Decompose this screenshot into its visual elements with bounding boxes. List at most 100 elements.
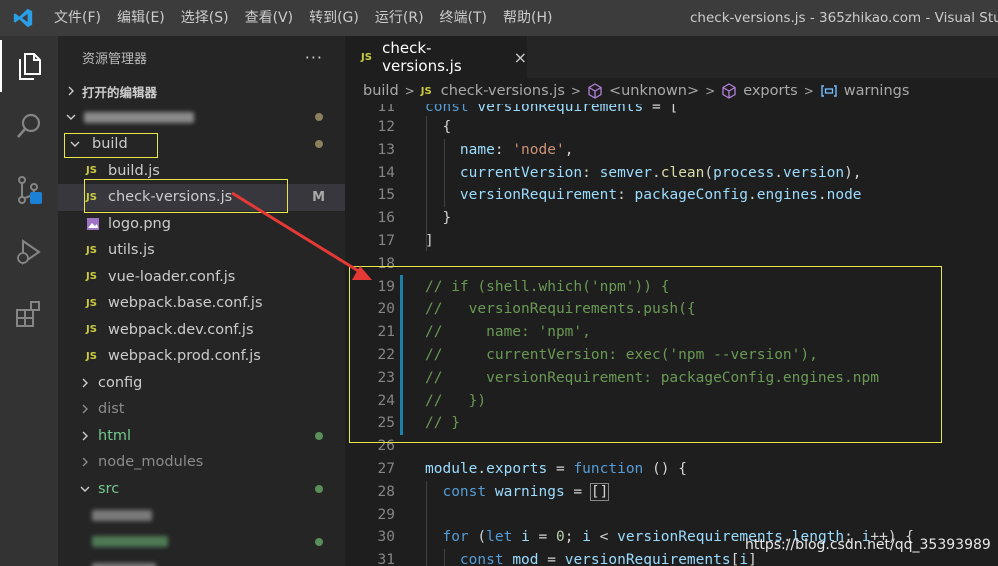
menu-edit[interactable]: 编辑(E) [109,0,173,36]
line-number: 31 [377,552,395,566]
tree-item-label: build.js [108,162,160,179]
cube-icon [721,83,737,99]
tree-item-label: webpack.dev.conf.js [108,321,254,338]
chevron-right-icon [78,404,92,414]
untracked-dot [315,431,323,440]
tree-item-label: utils.js [108,242,155,259]
tree-item-config[interactable]: config [58,370,345,397]
workspace-root[interactable] [58,104,345,131]
breadcrumb-exports[interactable]: exports [743,83,798,99]
chevron-down-icon [78,484,92,494]
tree-item-label: src [98,480,120,497]
code-line: 15 versionRequirement: packageConfig.eng… [345,184,998,207]
editor-tab-bar: JS check-versions.js × [345,36,998,78]
js-file-icon: JS [86,350,97,362]
code-line: 17] [345,230,998,253]
line-number: 29 [377,506,395,523]
modified-dot [315,140,323,149]
js-file-icon: JS [86,165,97,177]
tree-item-label: config [98,374,143,391]
open-editors-section[interactable]: 打开的编辑器 [58,78,345,104]
chevron-right-icon [78,431,92,441]
line-number: 14 [377,164,395,181]
highlight-box-code [349,266,942,443]
blurred-label [92,509,152,521]
tree-item-webpack-base[interactable]: JS webpack.base.conf.js [58,290,345,317]
blurred-label [92,536,168,548]
modified-badge: M [312,189,325,205]
workspace-name-blurred [84,111,194,123]
code-line: 29 [345,504,998,527]
explorer-sidebar: 资源管理器 ··· 打开的编辑器 build JS build.js JS ch… [58,36,345,566]
code-line: 27 module.exports = function () { [345,458,998,481]
line-number: 30 [377,529,395,546]
menu-file[interactable]: 文件(F) [46,0,109,36]
tree-item-label: dist [98,401,125,418]
tree-item-blurred-2[interactable] [58,529,345,556]
line-number: 15 [377,187,395,204]
title-bar: 文件(F) 编辑(E) 选择(S) 查看(V) 转到(G) 运行(R) 终端(T… [0,0,998,36]
image-file-icon [86,217,108,231]
js-file-icon: JS [361,51,372,63]
tree-item-blurred-3[interactable] [58,555,345,566]
breadcrumb-build[interactable]: build [363,83,399,99]
extensions-icon[interactable] [0,288,58,340]
tree-item-utils[interactable]: JS utils.js [58,237,345,264]
cube-icon [587,83,603,99]
tree-item-node-modules[interactable]: node_modules [58,449,345,476]
js-file-icon: JS [86,324,97,336]
chevron-down-icon [64,112,78,122]
menu-selection[interactable]: 选择(S) [173,0,237,36]
tab-check-versions[interactable]: JS check-versions.js × [345,36,527,78]
highlight-box-file [84,179,288,213]
menu-bar: 文件(F) 编辑(E) 选择(S) 查看(V) 转到(G) 运行(R) 终端(T… [46,0,560,36]
chevron-right-icon [64,86,78,96]
code-line: 13 name: 'node', [345,139,998,162]
more-actions-icon[interactable]: ··· [305,48,323,67]
breadcrumb-unknown[interactable]: <unknown> [609,83,699,99]
chevron-right-icon [78,378,92,388]
tree-item-html[interactable]: html [58,423,345,450]
close-icon[interactable]: × [514,48,527,67]
tree-item-label: webpack.base.conf.js [108,295,263,312]
menu-run[interactable]: 运行(R) [367,0,432,36]
line-number: 27 [377,461,395,477]
tree-item-webpack-prod[interactable]: JS webpack.prod.conf.js [58,343,345,370]
tree-item-webpack-dev[interactable]: JS webpack.dev.conf.js [58,317,345,344]
code-line: 16 } [345,207,998,230]
js-file-icon: JS [86,271,97,283]
highlight-box-build [64,133,158,158]
js-file-icon: JS [86,244,97,256]
line-number: 12 [377,119,395,135]
menu-view[interactable]: 查看(V) [237,0,302,36]
tree-item-label: html [98,427,132,444]
chevron-right-icon: > [803,84,814,98]
tree-item-vue-loader[interactable]: JS vue-loader.conf.js [58,264,345,291]
menu-help[interactable]: 帮助(H) [495,0,560,36]
menu-go[interactable]: 转到(G) [301,0,367,36]
tree-item-dist[interactable]: dist [58,396,345,423]
breadcrumb: build > JS check-versions.js > <unknown>… [345,78,998,104]
js-file-icon: JS [420,85,432,97]
breadcrumb-file[interactable]: check-versions.js [441,83,565,99]
menu-terminal[interactable]: 终端(T) [432,0,495,36]
variable-icon [820,84,838,98]
tree-item-src[interactable]: src [58,476,345,503]
line-number: 28 [377,483,395,500]
tree-item-logo[interactable]: logo.png [58,211,345,238]
run-debug-icon[interactable] [0,226,58,278]
chevron-right-icon: > [570,84,581,98]
untracked-dot [315,537,323,546]
explorer-icon[interactable] [0,40,58,92]
modified-dot [315,113,323,122]
chevron-right-icon: > [404,84,415,98]
source-control-icon[interactable] [0,164,58,216]
activity-bar [0,36,58,566]
breadcrumb-warnings[interactable]: warnings [844,83,910,99]
search-icon[interactable] [0,100,58,152]
window-title: check-versions.js - 365zhikao.com - Visu… [690,10,998,26]
explorer-header: 资源管理器 ··· [58,36,345,78]
watermark-text: https://blog.csdn.net/qq_35393989 [745,537,991,553]
line-number: 17 [377,233,395,249]
tree-item-blurred-1[interactable] [58,502,345,529]
